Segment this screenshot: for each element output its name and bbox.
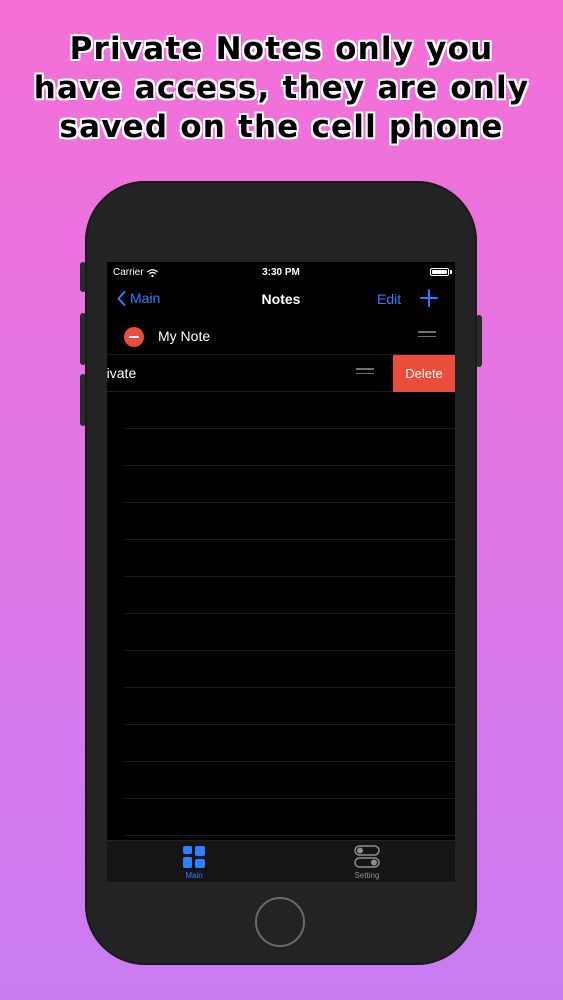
- headline-line-3: saved on the cell phone: [59, 109, 504, 145]
- home-button[interactable]: [255, 897, 305, 947]
- empty-row: [125, 799, 455, 836]
- status-bar: Carrier 3:30 PM: [107, 262, 455, 282]
- tab-bar: Main Setting: [107, 840, 455, 882]
- status-time: 3:30 PM: [262, 267, 300, 278]
- headline-line-1: Private Notes only you: [69, 31, 494, 67]
- empty-row: [125, 614, 455, 651]
- empty-row: [125, 429, 455, 466]
- empty-row: [125, 651, 455, 688]
- tab-label: Main: [185, 871, 203, 880]
- tab-main[interactable]: Main: [164, 845, 224, 880]
- reorder-handle-icon[interactable]: [418, 331, 436, 341]
- add-note-button[interactable]: [419, 288, 439, 308]
- notes-list: My Note rivate Delete: [107, 318, 455, 836]
- empty-row: [125, 577, 455, 614]
- edit-button[interactable]: Edit: [377, 291, 401, 307]
- tab-setting[interactable]: Setting: [337, 845, 397, 880]
- empty-row: [125, 725, 455, 762]
- battery-icon: [430, 268, 449, 276]
- reorder-handle-icon[interactable]: [356, 368, 374, 378]
- navigation-bar: Main Notes Edit: [107, 284, 455, 316]
- headline-line-2: have access, they are only: [33, 70, 530, 106]
- phone-screen: Carrier 3:30 PM Main Notes Edit My Note: [107, 262, 455, 882]
- swipe-delete-button[interactable]: Delete: [393, 355, 455, 392]
- empty-row: [125, 466, 455, 503]
- delete-circle-icon[interactable]: [124, 327, 144, 347]
- note-row[interactable]: My Note: [107, 318, 455, 355]
- empty-row: [125, 762, 455, 799]
- note-title: My Note: [158, 328, 211, 344]
- tab-label: Setting: [354, 871, 380, 880]
- empty-row: [125, 392, 455, 429]
- toggles-icon: [354, 845, 380, 868]
- page-title: Notes: [261, 291, 301, 307]
- note-row-swiped[interactable]: rivate Delete: [107, 355, 455, 392]
- promo-headline: Private Notes only you have access, they…: [0, 30, 563, 147]
- empty-row: [125, 688, 455, 725]
- empty-row: [125, 540, 455, 577]
- grid-icon: [183, 846, 205, 868]
- note-title: rivate: [107, 365, 137, 381]
- empty-row: [125, 503, 455, 540]
